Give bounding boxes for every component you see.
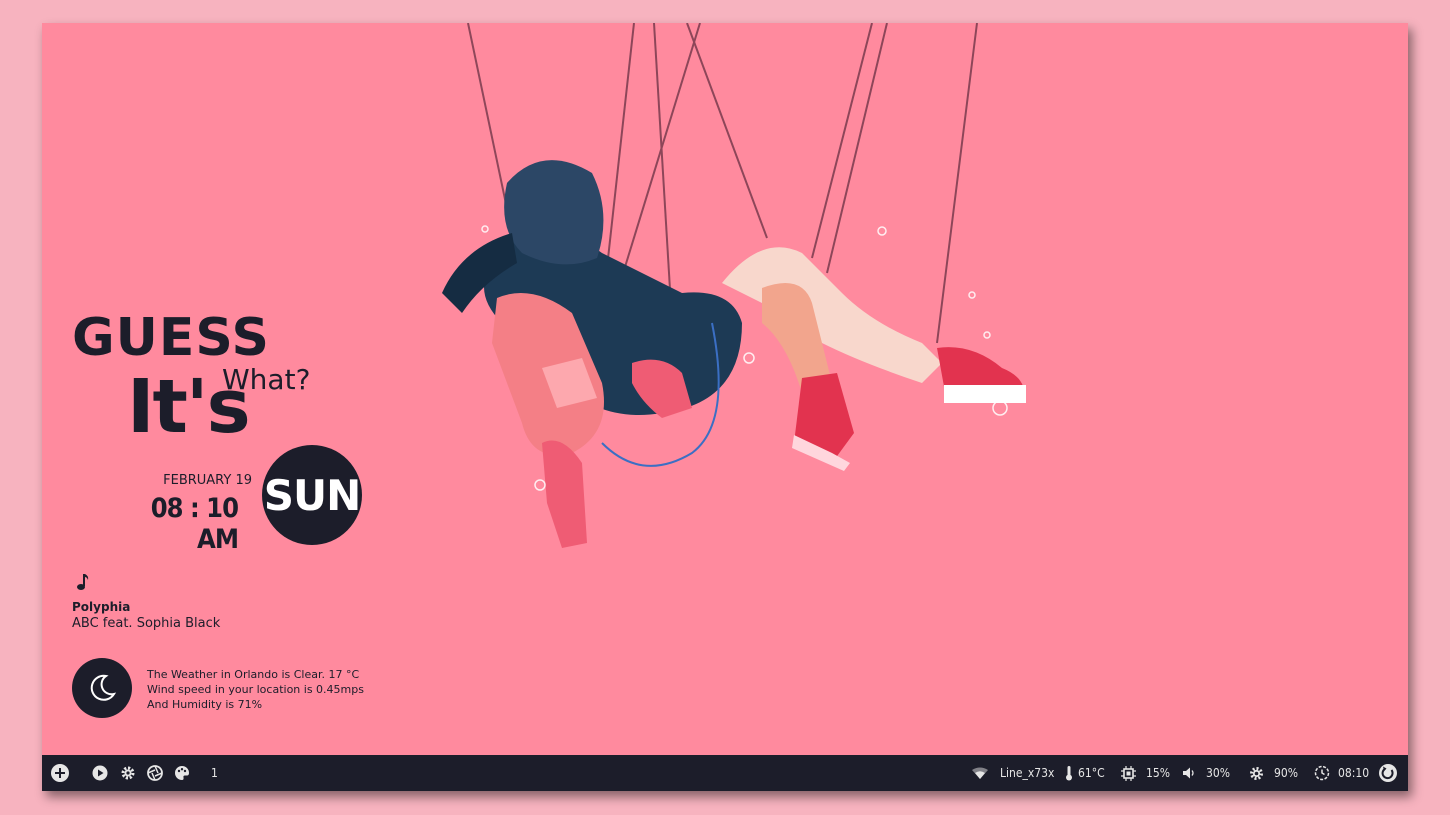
- theme-button[interactable]: [174, 755, 190, 791]
- desktop-screen: GUESS It's What? FEBRUARY 19 08 : 10 AM …: [42, 23, 1408, 791]
- speaker-icon: [1183, 767, 1194, 779]
- media-play-button[interactable]: [92, 755, 108, 791]
- time-label: 08 : 10 AM: [150, 493, 239, 555]
- wifi-icon: [972, 767, 988, 779]
- temperature-indicator[interactable]: 61°C: [1065, 755, 1105, 791]
- brightness-value: 90%: [1274, 766, 1298, 780]
- clock-indicator[interactable]: 08:10: [1314, 755, 1369, 791]
- music-track: ABC feat. Sophia Black: [72, 616, 221, 631]
- headline-guess: GUESS: [72, 308, 270, 368]
- weather-badge: [72, 658, 132, 718]
- volume-indicator[interactable]: 30%: [1182, 755, 1230, 791]
- aperture-icon: [147, 765, 163, 781]
- cpu-icon: [1121, 765, 1136, 781]
- day-badge: SUN: [262, 445, 362, 545]
- thermometer-icon: [1066, 766, 1072, 781]
- bottom-panel: 1 Line_x73x 61°C 15% 30% 90% 08:10: [42, 755, 1408, 791]
- power-icon: [1379, 764, 1397, 782]
- palette-icon: [175, 766, 189, 780]
- gear-icon: [121, 766, 135, 780]
- weather-line-3: And Humidity is 71%: [147, 698, 263, 711]
- clock-value: 08:10: [1338, 766, 1370, 780]
- network-indicator[interactable]: Line_x73x: [972, 755, 1054, 791]
- weather-info: The Weather in Orlando is Clear. 17 °C W…: [147, 667, 364, 712]
- temperature-value: 61°C: [1078, 766, 1105, 780]
- music-note-icon: [77, 574, 89, 590]
- weather-line-1: The Weather in Orlando is Clear. 17 °C: [147, 668, 360, 681]
- power-button[interactable]: [1378, 755, 1398, 791]
- workspace-label: 1: [211, 766, 218, 780]
- clock-icon: [1314, 765, 1330, 781]
- workspace-indicator[interactable]: 1: [211, 755, 218, 791]
- day-label: SUN: [263, 470, 362, 520]
- launcher-button[interactable]: [50, 755, 70, 791]
- weather-line-2: Wind speed in your location is 0.45mps: [147, 683, 364, 696]
- play-circle-icon: [92, 765, 108, 781]
- cpu-value: 15%: [1146, 766, 1170, 780]
- network-name: Line_x73x: [1000, 766, 1055, 780]
- cpu-indicator[interactable]: 15%: [1121, 755, 1170, 791]
- headline-what: What?: [222, 363, 311, 396]
- music-artist: Polyphia: [72, 600, 131, 614]
- plus-circle-icon: [51, 764, 69, 782]
- screenshot-button[interactable]: [147, 755, 163, 791]
- date-label: FEBRUARY 19: [163, 473, 252, 488]
- brightness-icon: [1250, 766, 1263, 780]
- moon-icon: [90, 674, 117, 701]
- settings-button[interactable]: [120, 755, 136, 791]
- brightness-indicator[interactable]: 90%: [1249, 755, 1298, 791]
- volume-value: 30%: [1206, 766, 1230, 780]
